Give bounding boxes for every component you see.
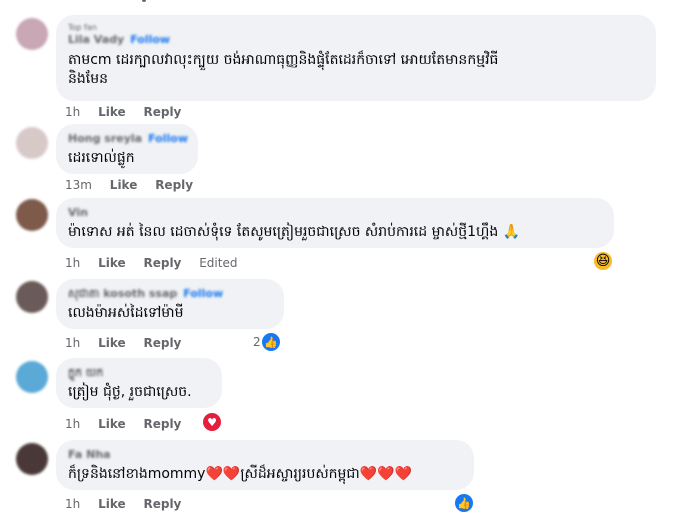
avatar[interactable]: [16, 18, 48, 50]
comment-author[interactable]: Vin: [68, 206, 602, 220]
comment-text: ដេរទោល់ផ្លូក: [68, 150, 135, 166]
reply-button[interactable]: Reply: [143, 497, 181, 511]
comment-text: ត្រៀម ជុំថ្ង, រួចជាស្រេច.: [68, 384, 192, 400]
comment-author[interactable]: ក្លូក យក: [68, 366, 210, 380]
reply-button[interactable]: Reply: [143, 336, 181, 350]
comment-time[interactable]: 1h: [65, 256, 80, 270]
like-reaction-icon[interactable]: 👍: [455, 494, 473, 512]
comment-time[interactable]: 13m: [65, 178, 92, 192]
comment-actions: 13m Like Reply: [65, 178, 207, 192]
comment-author[interactable]: Fa Nha: [68, 448, 462, 462]
like-reaction-icon[interactable]: 👍: [262, 333, 280, 351]
comment-time[interactable]: 1h: [65, 417, 80, 431]
comment-actions: 1h Like Reply: [65, 105, 195, 119]
like-button[interactable]: Like: [98, 336, 126, 350]
reply-button[interactable]: Reply: [155, 178, 193, 192]
follow-link[interactable]: Follow: [148, 132, 188, 145]
haha-reaction-icon[interactable]: 😆: [594, 252, 612, 270]
comment-author[interactable]: សុជាតា kosoth ssap Follow: [68, 287, 272, 301]
comment-time[interactable]: 1h: [65, 105, 80, 119]
comment-bubble: Hong sreyla Follow ដេរទោល់ផ្លូក: [56, 124, 198, 174]
comment-actions: 1h Like Reply: [65, 497, 195, 511]
follow-link[interactable]: Follow: [130, 33, 170, 46]
comment-bubble: Vin ម៉ាទោស អត់ នៃល ដេចាស់ទុំទេ តែសូមត្រៀ…: [56, 198, 614, 248]
previous-comment-fragment: [142, 0, 146, 2]
avatar[interactable]: [16, 443, 48, 475]
comment-actions: 1h Like Reply Edited: [65, 256, 251, 270]
comment-author[interactable]: Hong sreyla Follow: [68, 132, 188, 146]
comment-text: ម៉ាទោស អត់ នៃល ដេចាស់ទុំទេ តែសូមត្រៀមរួច…: [68, 224, 521, 240]
comment-bubble: សុជាតា kosoth ssap Follow លេងម៉ាអស់ដៃទៅម៉…: [56, 279, 284, 329]
like-button[interactable]: Like: [98, 256, 126, 270]
reply-button[interactable]: Reply: [143, 256, 181, 270]
avatar[interactable]: [16, 199, 48, 231]
comment-author[interactable]: Lila Vady Follow: [68, 33, 644, 47]
avatar[interactable]: [16, 281, 48, 313]
follow-link[interactable]: Follow: [183, 287, 223, 300]
comment-actions: 1h Like Reply: [65, 336, 195, 350]
reaction-count[interactable]: 2: [253, 335, 261, 349]
like-button[interactable]: Like: [98, 417, 126, 431]
comment-actions: 1h Like Reply: [65, 417, 195, 431]
like-button[interactable]: Like: [98, 105, 126, 119]
comment-bubble: Top fan Lila Vady Follow តាមcm ដេរក្បាលវា…: [56, 15, 656, 101]
like-button[interactable]: Like: [110, 178, 138, 192]
top-fan-badge: Top fan: [68, 23, 97, 32]
comment-text: លេងម៉ាអស់ដៃទៅម៉ាមី: [68, 305, 184, 321]
reply-button[interactable]: Reply: [143, 105, 181, 119]
comment-bubble: Fa Nha ក៏ទ្រនិងនៅខាងmommy❤️❤️ស្រីដ៏អស្ចា…: [56, 440, 474, 490]
comment-bubble: ក្លូក យក ត្រៀម ជុំថ្ង, រួចជាស្រេច.: [56, 358, 222, 408]
comment-time[interactable]: 1h: [65, 336, 80, 350]
love-reaction-icon[interactable]: ♥: [203, 413, 221, 431]
edited-label[interactable]: Edited: [199, 256, 237, 270]
comment-text: តាមcm ដេរក្បាលវាលុះក្បួយ ចង់អាណាធុញ្ញនិង…: [68, 52, 499, 87]
like-button[interactable]: Like: [98, 497, 126, 511]
avatar[interactable]: [16, 361, 48, 393]
comment-time[interactable]: 1h: [65, 497, 80, 511]
avatar[interactable]: [16, 127, 48, 159]
reply-button[interactable]: Reply: [143, 417, 181, 431]
comment-text: ក៏ទ្រនិងនៅខាងmommy❤️❤️ស្រីដ៏អស្ចារ្យរបស់…: [68, 466, 413, 482]
